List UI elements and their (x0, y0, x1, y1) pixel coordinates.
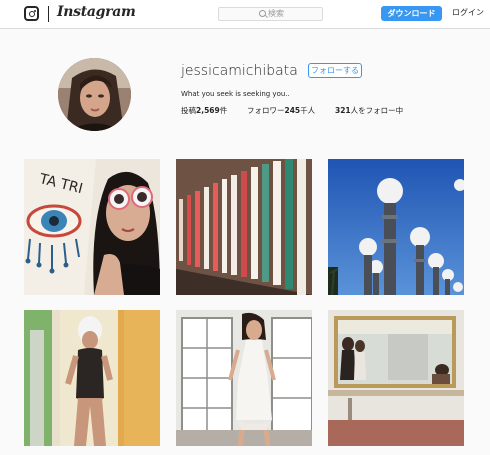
post-thumbnail[interactable] (176, 159, 312, 295)
post-thumbnail[interactable] (176, 310, 312, 446)
posts-count-suffix: 件 (219, 106, 228, 115)
followers-count-suffix: 千人 (300, 106, 316, 115)
instagram-camera-icon[interactable] (24, 6, 39, 21)
search-placeholder: 検索 (268, 9, 284, 18)
following-count-suffix: 人をフォロー中 (350, 106, 404, 115)
post-thumbnail[interactable] (328, 310, 464, 446)
followers-count-value: 245 (284, 106, 301, 115)
post-image-bathroom-mirror (24, 310, 160, 446)
nav-divider (48, 6, 49, 22)
post-image-selfie-sunglasses: TA TRI (24, 159, 160, 295)
followers-count[interactable]: フォロワー245千人 (247, 105, 315, 116)
download-button[interactable]: ダウンロード (381, 6, 442, 21)
instagram-wordmark[interactable]: Instagram (57, 4, 136, 20)
post-image-mirror-women (328, 310, 464, 446)
posts-count-value: 2,569 (196, 106, 220, 115)
profile-bio: What you seek is seeking you.. (181, 90, 290, 98)
profile-avatar[interactable] (58, 58, 131, 131)
post-image-street-lamps (328, 159, 464, 295)
post-image-white-dress (176, 310, 312, 446)
posts-count-prefix: 投稿 (181, 106, 196, 115)
search-icon (259, 10, 266, 17)
post-thumbnail[interactable]: TA TRI (24, 159, 160, 295)
followers-count-prefix: フォロワー (247, 106, 285, 115)
following-count[interactable]: 321人をフォロー中 (335, 105, 403, 116)
post-image-neon-lights (176, 159, 312, 295)
posts-count: 投稿2,569件 (181, 105, 227, 116)
login-link[interactable]: ログイン (452, 7, 484, 19)
post-thumbnail[interactable] (24, 310, 160, 446)
post-thumbnail[interactable] (328, 159, 464, 295)
search-input[interactable]: 検索 (218, 7, 323, 21)
follow-button[interactable]: フォローする (308, 63, 362, 78)
profile-username: jessicamichibata (181, 63, 298, 79)
following-count-value: 321 (335, 106, 351, 115)
top-navigation-bar: Instagram 検索 ダウンロード ログイン (0, 0, 490, 29)
avatar-portrait-image (58, 58, 131, 131)
